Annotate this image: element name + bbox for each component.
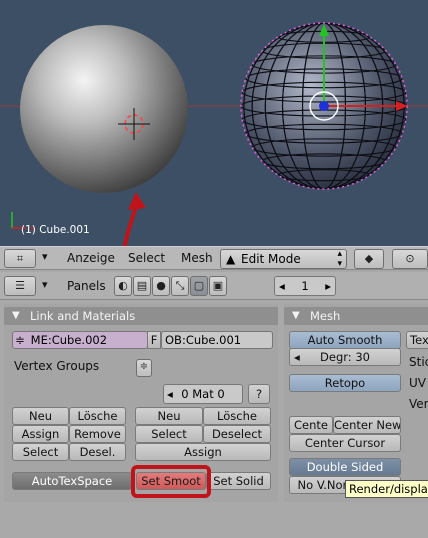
vg-assign-button[interactable]: Assign [12, 425, 69, 443]
double-sided-toggle[interactable]: Double Sided [289, 458, 401, 476]
draw-type-icon[interactable]: ◆ [354, 249, 384, 269]
vg-delete-button[interactable]: Lösche [69, 407, 126, 425]
menu-mesh[interactable]: Mesh [181, 251, 213, 265]
link-materials-panel: ▼ Link and Materials ≑ ME:Cube.002 F OB:… [4, 304, 278, 502]
mat-left-arrow-icon: ◂ [167, 387, 173, 401]
center-cursor-button[interactable]: Center Cursor [289, 434, 401, 452]
menu-select[interactable]: Select [128, 251, 165, 265]
frame-left-arrow-icon: ◂ [279, 279, 285, 293]
mat-assign-button[interactable]: Assign [135, 443, 271, 461]
uv-label[interactable]: UV [409, 376, 426, 390]
scene-icon[interactable]: ▣ [209, 276, 227, 296]
center-new-button[interactable]: Center New [333, 416, 401, 434]
buttons-window: ▼ Link and Materials ≑ ME:Cube.002 F OB:… [0, 300, 428, 538]
shading-icon[interactable]: ● [152, 276, 170, 296]
context-icons: ◐ ▤ ● ⤡ ▢ ▣ [114, 276, 234, 296]
mode-select-label: Edit Mode [241, 252, 301, 266]
degr-field[interactable]: ◂ Degr: 30 [289, 348, 401, 366]
updown-arrows-icon: ▴ ▾ [337, 249, 342, 269]
vertex-groups-label: Vertex Groups [14, 359, 100, 373]
mat-index-text: 0 Mat 0 [181, 387, 225, 401]
vg-new-button[interactable]: Neu [12, 407, 69, 425]
link-materials-title: Link and Materials [30, 309, 136, 323]
viewport-canvas: x [0, 22, 428, 246]
mesh-name-text: ME:Cube.002 [30, 333, 108, 347]
degr-left-arrow-icon: ◂ [294, 350, 300, 364]
buttons-header: ☰ ▾ Panels ◐ ▤ ● ⤡ ▢ ▣ ◂ 1 ▸ [0, 272, 428, 300]
object-icon[interactable]: ⤡ [171, 276, 189, 296]
center-button[interactable]: Cente [289, 416, 333, 434]
frame-right-arrow-icon: ▸ [325, 279, 331, 293]
vg-remove-button[interactable]: Remove [69, 425, 126, 443]
mesh-panel: ▼ Mesh Auto Smooth ◂ Degr: 30 Retopo Cen… [284, 304, 428, 502]
view3d-header: ⌗ ▾ Anzeige Select Mesh ▲ Edit Mode ▴ ▾ ◆… [0, 246, 428, 270]
sticky-label[interactable]: Stic [409, 355, 428, 369]
editor-type-icon[interactable]: ⌗ [4, 249, 36, 268]
object-name-field[interactable]: OB:Cube.001 [161, 331, 273, 349]
question-button[interactable]: ? [248, 384, 270, 404]
logic-icon[interactable]: ◐ [114, 276, 132, 296]
viewport-object-label: (1) Cube.001 [21, 224, 90, 236]
mat-new-button[interactable]: Neu [135, 407, 203, 425]
retopo-toggle[interactable]: Retopo [289, 374, 401, 392]
mat-deselect-button[interactable]: Deselect [203, 425, 271, 443]
texmesh-field[interactable]: Tex [406, 331, 428, 349]
set-smooth-highlight [131, 465, 211, 498]
panel-collapse-icon: ▼ [12, 310, 20, 321]
mode-select[interactable]: ▲ Edit Mode ▴ ▾ [220, 249, 347, 269]
mesh-name-field[interactable]: ≑ ME:Cube.002 [12, 331, 148, 349]
mesh-panel-header[interactable]: ▼ Mesh [284, 307, 428, 325]
fake-user-button[interactable]: F [147, 331, 161, 349]
auto-smooth-toggle[interactable]: Auto Smooth [289, 331, 401, 349]
mat-select-button[interactable]: Select [135, 425, 203, 443]
mesh-panel-collapse-icon: ▼ [292, 310, 300, 321]
vg-deselect-button[interactable]: Desel. [69, 443, 126, 461]
degr-text: Degr: 30 [320, 350, 370, 364]
menu-view[interactable]: Anzeige [67, 251, 115, 265]
vg-select-button[interactable]: Select [12, 443, 69, 461]
vertex-groups-menu-icon[interactable]: ≑ [136, 359, 152, 377]
annotation-arrow [122, 192, 146, 246]
tooltip: Render/display [345, 480, 428, 498]
panels-label[interactable]: Panels [67, 279, 106, 293]
edit-mode-icon: ▲ [226, 252, 236, 266]
autotexspace-toggle[interactable]: AutoTexSpace [12, 472, 132, 490]
collapse-arrow-icon[interactable]: ▾ [42, 250, 48, 263]
frame-field[interactable]: ◂ 1 ▸ [274, 276, 336, 296]
mat-delete-button[interactable]: Lösche [203, 407, 271, 425]
pivot-icon[interactable]: ⊙ [392, 249, 428, 269]
editing-icon[interactable]: ▢ [190, 276, 208, 296]
mesh-panel-title: Mesh [310, 309, 341, 323]
buttons-editor-type-icon[interactable]: ☰ [4, 276, 36, 296]
3d-viewport[interactable]: x (1) Cube.001 [0, 0, 428, 246]
mesh-browse-icon: ≑ [15, 333, 25, 347]
vertcol-label[interactable]: Ver [409, 397, 428, 411]
set-solid-button[interactable]: Set Solid [206, 472, 271, 490]
material-index-field[interactable]: ◂ 0 Mat 0 [163, 384, 243, 404]
smooth-sphere [20, 25, 188, 193]
collapse-arrow-icon-2[interactable]: ▾ [42, 278, 48, 291]
frame-value: 1 [301, 279, 309, 293]
script-icon[interactable]: ▤ [133, 276, 151, 296]
link-materials-header[interactable]: ▼ Link and Materials [4, 307, 278, 325]
